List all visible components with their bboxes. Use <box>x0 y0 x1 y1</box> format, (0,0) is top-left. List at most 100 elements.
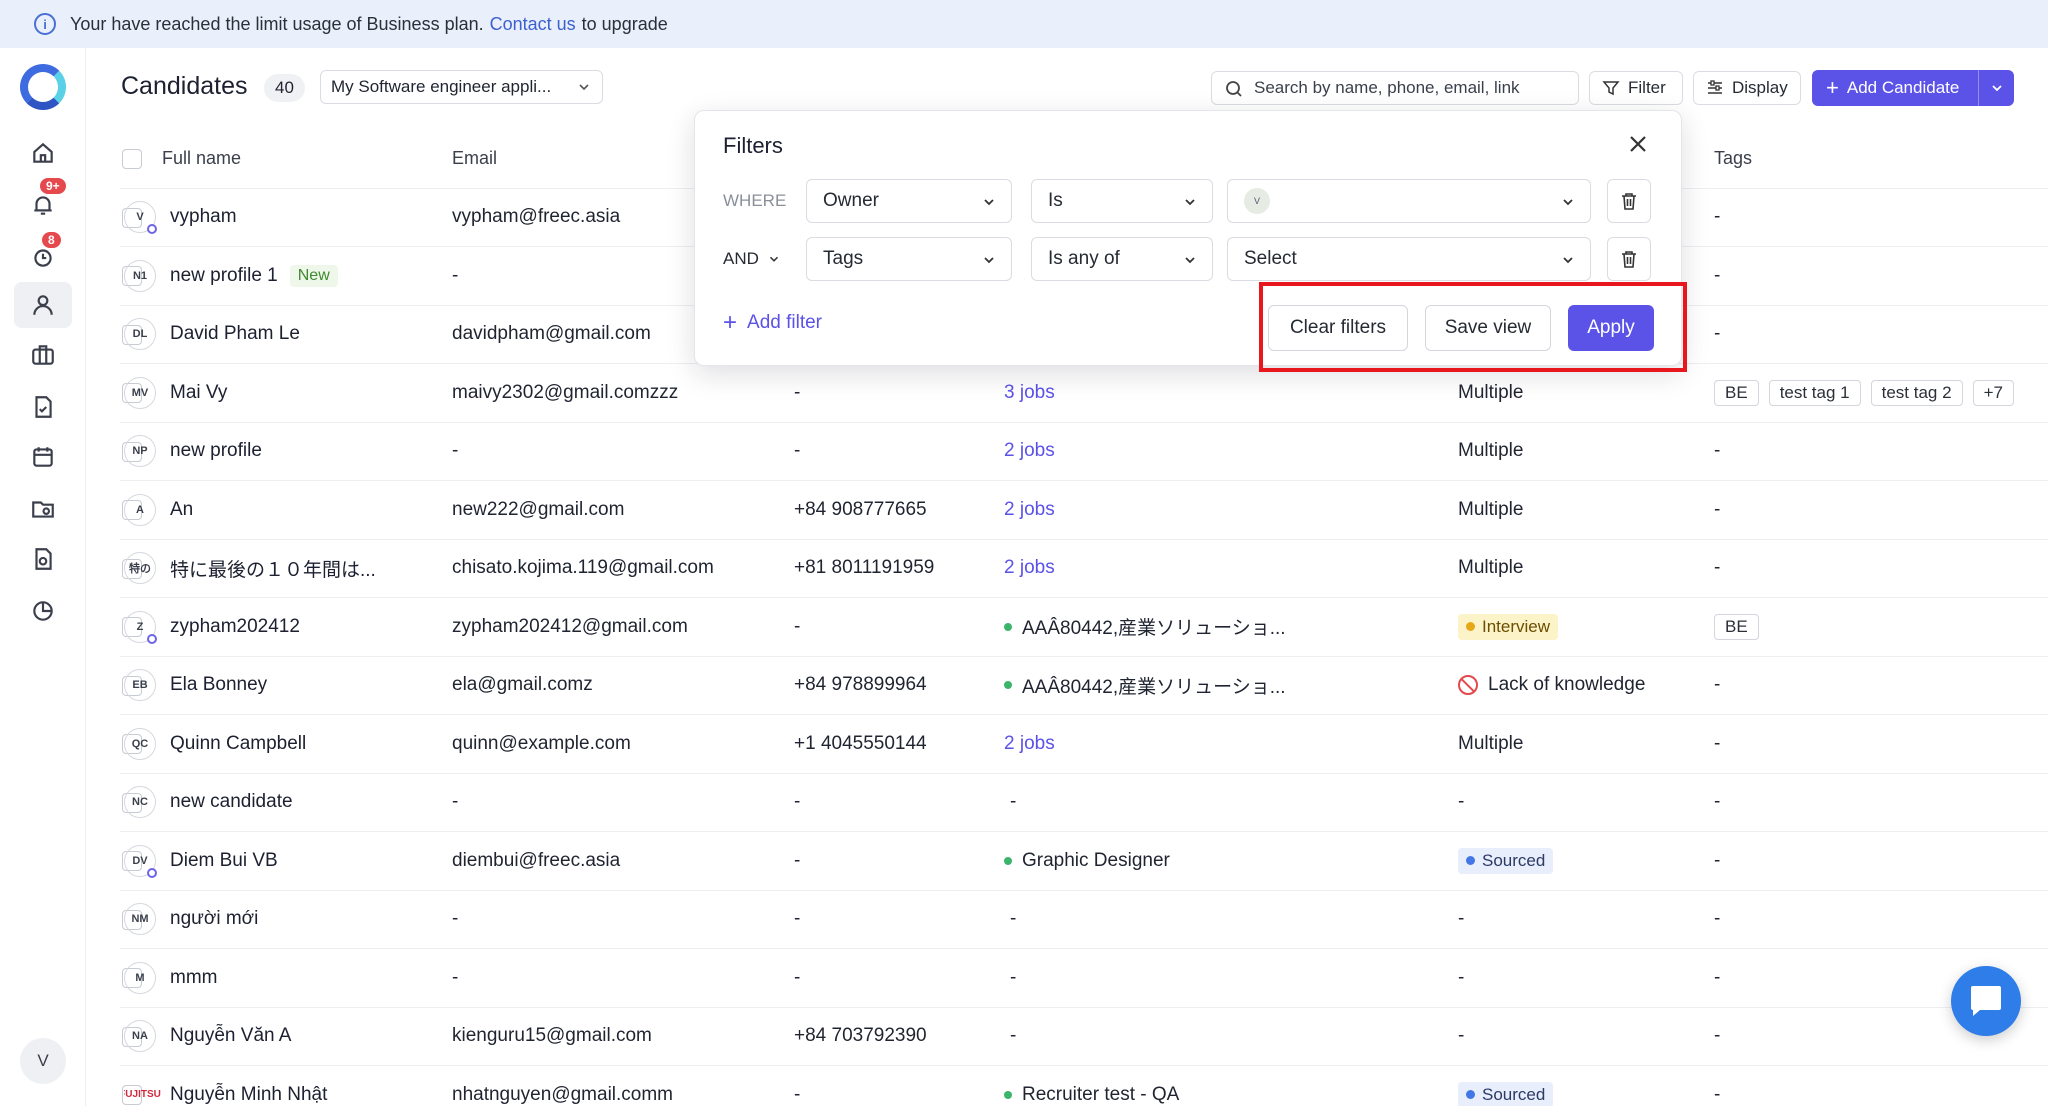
tag-chip[interactable]: +7 <box>1972 379 2014 406</box>
job-cell[interactable]: AAÂ80442,産業ソリューショ... <box>1004 657 1344 715</box>
candidate-name-cell[interactable]: A An <box>124 481 450 539</box>
jobs-link[interactable]: 2 jobs <box>1004 733 1055 755</box>
table-row[interactable]: EB Ela Bonney ela@gmail.comz +84 978899964 A… <box>120 657 2048 715</box>
candidate-name-cell[interactable]: NC new candidate <box>124 774 450 832</box>
chat-button[interactable] <box>1951 966 2021 1036</box>
close-icon[interactable] <box>1625 131 1651 157</box>
stage-badge[interactable]: Sourced <box>1458 847 1554 874</box>
candidate-name[interactable]: An <box>170 499 193 521</box>
table-row[interactable]: NA Nguyễn Văn A kienguru15@gmail.com +84 70… <box>120 1008 2048 1066</box>
jobs-link[interactable]: 3 jobs <box>1004 382 1055 404</box>
filter-button[interactable]: Filter <box>1589 71 1683 105</box>
jobs-link[interactable]: 2 jobs <box>1004 499 1055 521</box>
add-filter-button[interactable]: + Add filter <box>723 311 822 335</box>
candidate-name-cell[interactable]: N1 new profile 1 New <box>124 247 450 305</box>
candidates-nav[interactable] <box>14 282 72 328</box>
column-email[interactable]: Email <box>452 130 497 188</box>
candidate-name-cell[interactable]: FUJITSU Nguyễn Minh Nhật <box>124 1066 450 1106</box>
table-row[interactable]: NP new profile - - 2 jobs Multiple - <box>120 423 2048 481</box>
reports-nav[interactable] <box>14 588 72 634</box>
candidate-name-cell[interactable]: 特の 特に最後の１０年間は... <box>124 540 450 598</box>
display-button[interactable]: Display <box>1693 71 1801 105</box>
view-select[interactable]: My Software engineer appli... <box>320 70 603 104</box>
table-row[interactable]: Zzypham202412 zypham202412@gmail.com - AAÂ8… <box>120 598 2048 657</box>
filter2-delete-button[interactable] <box>1607 237 1651 281</box>
add-candidate-main[interactable]: + Add Candidate <box>1812 77 1978 99</box>
table-row[interactable]: MV Mai Vy maivy2302@gmail.comzzz - 3 jobs Mul… <box>120 364 2048 423</box>
tag-chip[interactable]: BE <box>1714 379 1759 406</box>
avatar-initials: 特の <box>129 563 151 576</box>
select-all-checkbox[interactable] <box>122 149 142 169</box>
column-full-name[interactable]: Full name <box>162 130 241 188</box>
candidate-name-cell[interactable]: MV Mai Vy <box>124 364 450 422</box>
search-input[interactable]: Search by name, phone, email, link <box>1211 71 1579 105</box>
app-logo[interactable] <box>20 64 66 110</box>
add-candidate-menu-toggle[interactable] <box>1978 70 2014 106</box>
talent-search-nav[interactable] <box>14 486 72 532</box>
table-row[interactable]: NM người mới - - - - - <box>120 891 2048 949</box>
plus-icon: + <box>723 309 738 336</box>
filter1-value-select[interactable]: V <box>1227 179 1591 223</box>
candidate-name[interactable]: Nguyễn Văn A <box>170 1025 291 1047</box>
candidate-name-cell[interactable]: NP new profile <box>124 423 450 481</box>
candidate-name-cell[interactable]: EB Ela Bonney <box>124 657 450 715</box>
tag-chip[interactable]: BE <box>1714 613 1759 640</box>
candidate-name[interactable]: Nguyễn Minh Nhật <box>170 1084 327 1106</box>
candidate-name[interactable]: Diem Bui VB <box>170 850 278 872</box>
table-row[interactable]: A An new222@gmail.com +84 908777665 2 jobs Mu… <box>120 481 2048 540</box>
jobs-link[interactable]: 2 jobs <box>1004 557 1055 579</box>
stage-badge[interactable]: Interview <box>1458 613 1559 640</box>
candidate-name[interactable]: vypham <box>170 206 237 228</box>
candidate-name[interactable]: Quinn Campbell <box>170 733 306 755</box>
contact-us-link[interactable]: Contact us <box>490 14 576 35</box>
candidate-name[interactable]: Ela Bonney <box>170 674 267 696</box>
job-cell[interactable]: AAÂ80442,産業ソリューショ... <box>1004 598 1344 656</box>
filter2-field-select[interactable]: Tags <box>806 237 1012 281</box>
candidate-name[interactable]: Mai Vy <box>170 382 227 404</box>
candidate-name[interactable]: new profile 1 <box>170 265 278 287</box>
table-row[interactable]: QC Quinn Campbell quinn@example.com +1 4045… <box>120 715 2048 774</box>
tag-chip[interactable]: test tag 1 <box>1768 379 1861 406</box>
filter1-delete-button[interactable] <box>1607 179 1651 223</box>
candidate-name[interactable]: 特に最後の１０年間は... <box>170 555 376 582</box>
referral-nav[interactable] <box>14 536 72 582</box>
candidate-name-cell[interactable]: DL David Pham Le <box>124 306 450 364</box>
table-row[interactable]: 特の 特に最後の１０年間は... chisato.kojima.119@gmail.… <box>120 540 2048 598</box>
user-avatar[interactable]: V <box>20 1038 66 1084</box>
jobs-nav[interactable] <box>14 332 72 378</box>
calendar-nav[interactable] <box>14 434 72 480</box>
notifications-nav[interactable]: 9+ <box>14 178 72 228</box>
filter1-operator-select[interactable]: Is <box>1031 179 1213 223</box>
candidate-name-cell[interactable]: Zzypham202412 <box>124 598 450 656</box>
candidate-name[interactable]: zypham202412 <box>170 616 300 638</box>
table-row[interactable]: DV Diem Bui VB diembui@freec.asia - Graphic … <box>120 832 2048 891</box>
candidate-name[interactable]: new profile <box>170 440 262 462</box>
job-cell[interactable]: Graphic Designer <box>1004 832 1344 890</box>
job-cell[interactable]: Recruiter test - QA <box>1004 1066 1344 1106</box>
table-row[interactable]: Mmmm - - - - - <box>120 949 2048 1008</box>
tag-chip[interactable]: test tag 2 <box>1870 379 1963 406</box>
and-selector[interactable]: AND <box>723 237 781 281</box>
candidate-name-cell[interactable]: Mmmm <box>124 949 450 1007</box>
home-nav[interactable] <box>14 130 72 176</box>
tasks-nav[interactable] <box>14 384 72 430</box>
table-row[interactable]: NC new candidate - - - - - <box>120 774 2048 832</box>
table-row[interactable]: FUJITSU Nguyễn Minh Nhật nhatnguyen@gmail.… <box>120 1066 2048 1106</box>
candidate-name[interactable]: mmm <box>170 967 217 989</box>
filter2-value-select[interactable]: Select <box>1227 237 1591 281</box>
filter2-operator-select[interactable]: Is any of <box>1031 237 1213 281</box>
candidate-name-cell[interactable]: Vvypham <box>124 189 450 247</box>
candidate-name[interactable]: new candidate <box>170 791 293 813</box>
candidate-name-cell[interactable]: DV Diem Bui VB <box>124 832 450 890</box>
column-tags[interactable]: Tags <box>1714 130 1752 188</box>
candidate-name-cell[interactable]: NA Nguyễn Văn A <box>124 1008 450 1066</box>
stage-badge[interactable]: Sourced <box>1458 1081 1554 1106</box>
candidate-name-cell[interactable]: QC Quinn Campbell <box>124 715 450 773</box>
candidate-name[interactable]: David Pham Le <box>170 323 300 345</box>
candidate-name-cell[interactable]: NM người mới <box>124 891 450 949</box>
jobs-link[interactable]: 2 jobs <box>1004 440 1055 462</box>
activity-nav[interactable]: 8 <box>14 232 72 280</box>
candidate-name[interactable]: người mới <box>170 908 258 930</box>
filter1-field-select[interactable]: Owner <box>806 179 1012 223</box>
add-candidate-button[interactable]: + Add Candidate <box>1812 70 2014 106</box>
